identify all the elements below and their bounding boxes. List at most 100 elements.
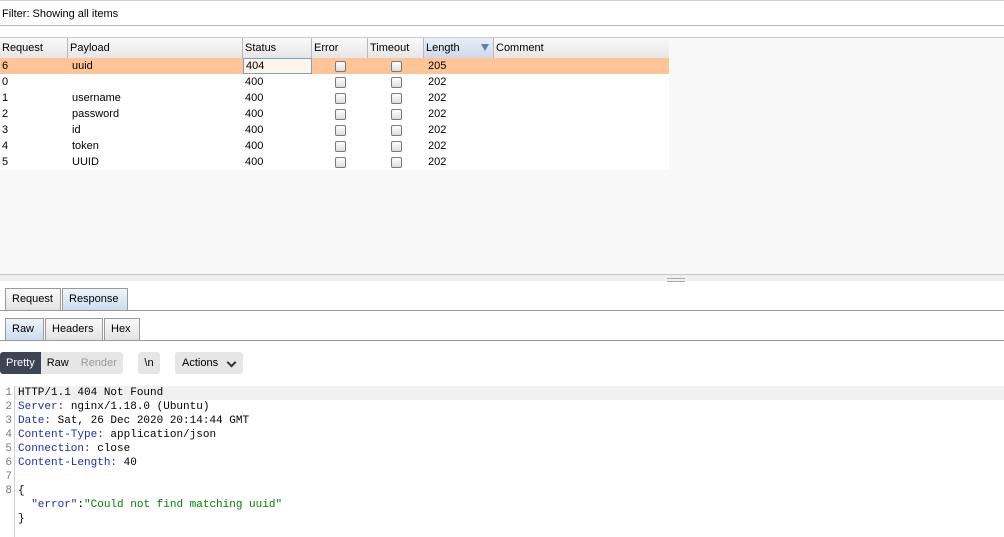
timeout-checkbox[interactable]	[391, 93, 402, 104]
payload-cell: id	[72, 124, 81, 136]
sort-descending-icon	[481, 44, 489, 51]
code-line: HTTP/1.1 404 Not Found	[18, 386, 163, 400]
code-line: Content-Type: application/json	[18, 428, 216, 442]
tab-response[interactable]: Response	[62, 288, 128, 310]
request-cell: 3	[2, 124, 9, 136]
table-header: Request Payload Status Error Timeout Len…	[0, 38, 669, 59]
code-line: Date: Sat, 26 Dec 2020 20:14:44 GMT	[18, 414, 249, 428]
table-row[interactable]: 4 token 400 202	[0, 138, 669, 154]
filter-bar[interactable]: Filter: Showing all items	[0, 0, 1004, 26]
pane-splitter[interactable]	[0, 275, 1004, 282]
error-cell	[312, 138, 368, 154]
timeout-checkbox[interactable]	[391, 125, 402, 136]
actions-label: Actions	[182, 357, 219, 369]
payload-cell: token	[72, 140, 99, 152]
code-line: "error":"Could not find matching uuid"	[18, 498, 282, 512]
status-cell: 400	[245, 92, 264, 104]
line-number: 1	[5, 387, 12, 399]
header-value: 40	[117, 457, 137, 469]
request-cell: 0	[2, 76, 9, 88]
line-number-gutter: 1 2 3 4 5 6 7 8	[0, 386, 15, 537]
comment-cell	[494, 122, 669, 138]
payload-cell: UUID	[72, 156, 99, 168]
header-name: Content-Length:	[18, 457, 118, 469]
table-row[interactable]: 1 username 400 202	[0, 90, 669, 106]
status-cell: 404	[243, 58, 312, 74]
error-checkbox[interactable]	[335, 157, 346, 168]
table-row[interactable]: 3 id 400 202	[0, 122, 669, 138]
status-cell: 400	[245, 108, 264, 120]
timeout-cell	[368, 138, 424, 154]
column-header-payload[interactable]: Payload	[68, 38, 243, 58]
line-number: 4	[5, 429, 12, 441]
timeout-checkbox[interactable]	[391, 141, 402, 152]
status-cell: 400	[245, 124, 264, 136]
table-body: 6 uuid 404 205 0 400 202 1 username 400 202 2 passwo…	[0, 58, 669, 170]
table-row[interactable]: 0 400 202	[0, 74, 669, 90]
comment-cell	[494, 90, 669, 106]
newline-toggle-button[interactable]: \n	[138, 352, 160, 374]
line-number: 5	[5, 443, 12, 455]
table-row[interactable]: 2 password 400 202	[0, 106, 669, 122]
error-checkbox[interactable]	[335, 77, 346, 88]
comment-cell	[494, 106, 669, 122]
status-line: HTTP/1.1 404 Not Found	[18, 387, 164, 399]
length-cell: 205	[428, 60, 447, 72]
comment-cell	[494, 74, 669, 90]
view-tabs: Raw Headers Hex	[0, 316, 1004, 341]
tab-request[interactable]: Request	[5, 288, 61, 310]
tab-raw[interactable]: Raw	[5, 318, 44, 340]
line-number: 2	[5, 401, 12, 413]
code-line: }	[18, 512, 25, 526]
header-value: application/json	[103, 429, 217, 441]
column-header-length-label: Length	[426, 42, 460, 54]
filter-text: Filter: Showing all items	[2, 8, 119, 20]
status-cell: 400	[245, 76, 264, 88]
line-number: 6	[5, 457, 12, 469]
response-editor[interactable]: 1 2 3 4 5 6 7 8 HTTP/1.1 404 Not Found S…	[0, 386, 1004, 537]
table-row[interactable]: 5 UUID 400 202	[0, 154, 669, 170]
column-header-error[interactable]: Error	[312, 38, 368, 58]
error-checkbox[interactable]	[335, 61, 346, 72]
json-key: "error"	[31, 499, 78, 511]
error-cell	[312, 106, 368, 122]
timeout-checkbox[interactable]	[391, 77, 402, 88]
payload-cell: password	[72, 108, 120, 120]
tab-hex[interactable]: Hex	[104, 318, 140, 340]
splitter-grip-icon	[667, 278, 685, 282]
error-checkbox[interactable]	[335, 141, 346, 152]
column-header-length[interactable]: Length	[424, 38, 494, 58]
error-cell	[312, 122, 368, 138]
code-line: {	[18, 484, 25, 498]
error-checkbox[interactable]	[335, 93, 346, 104]
timeout-checkbox[interactable]	[391, 61, 402, 72]
json-brace-open: {	[18, 485, 25, 497]
comment-cell	[494, 138, 669, 154]
error-checkbox[interactable]	[335, 109, 346, 120]
tab-headers[interactable]: Headers	[45, 318, 103, 340]
actions-dropdown[interactable]: Actions	[175, 352, 243, 374]
column-header-timeout[interactable]: Timeout	[368, 38, 424, 58]
render-button[interactable]: Render	[74, 352, 123, 374]
json-string-value: "Could not find matching uuid"	[84, 499, 283, 511]
column-header-request[interactable]: Request	[0, 38, 68, 58]
pretty-button[interactable]: Pretty	[0, 352, 41, 374]
timeout-cell	[368, 58, 424, 74]
table-row[interactable]: 6 uuid 404 205	[0, 58, 669, 74]
column-header-status[interactable]: Status	[243, 38, 312, 58]
timeout-checkbox[interactable]	[391, 109, 402, 120]
header-name: Connection:	[18, 443, 91, 455]
json-brace-close: }	[18, 513, 25, 525]
error-checkbox[interactable]	[335, 125, 346, 136]
payload-cell: username	[72, 92, 121, 104]
raw-button[interactable]: Raw	[40, 352, 75, 374]
error-cell	[312, 90, 368, 106]
column-header-comment[interactable]: Comment	[494, 38, 669, 58]
message-tabs: Request Response	[0, 286, 1004, 311]
editor-toolbar: Pretty Raw Render \n Actions	[0, 352, 1004, 376]
length-cell: 202	[428, 92, 447, 104]
timeout-checkbox[interactable]	[391, 157, 402, 168]
line-number: 8	[5, 485, 12, 497]
header-value: Sat, 26 Dec 2020 20:14:44 GMT	[51, 415, 250, 427]
chevron-down-icon	[226, 357, 237, 368]
